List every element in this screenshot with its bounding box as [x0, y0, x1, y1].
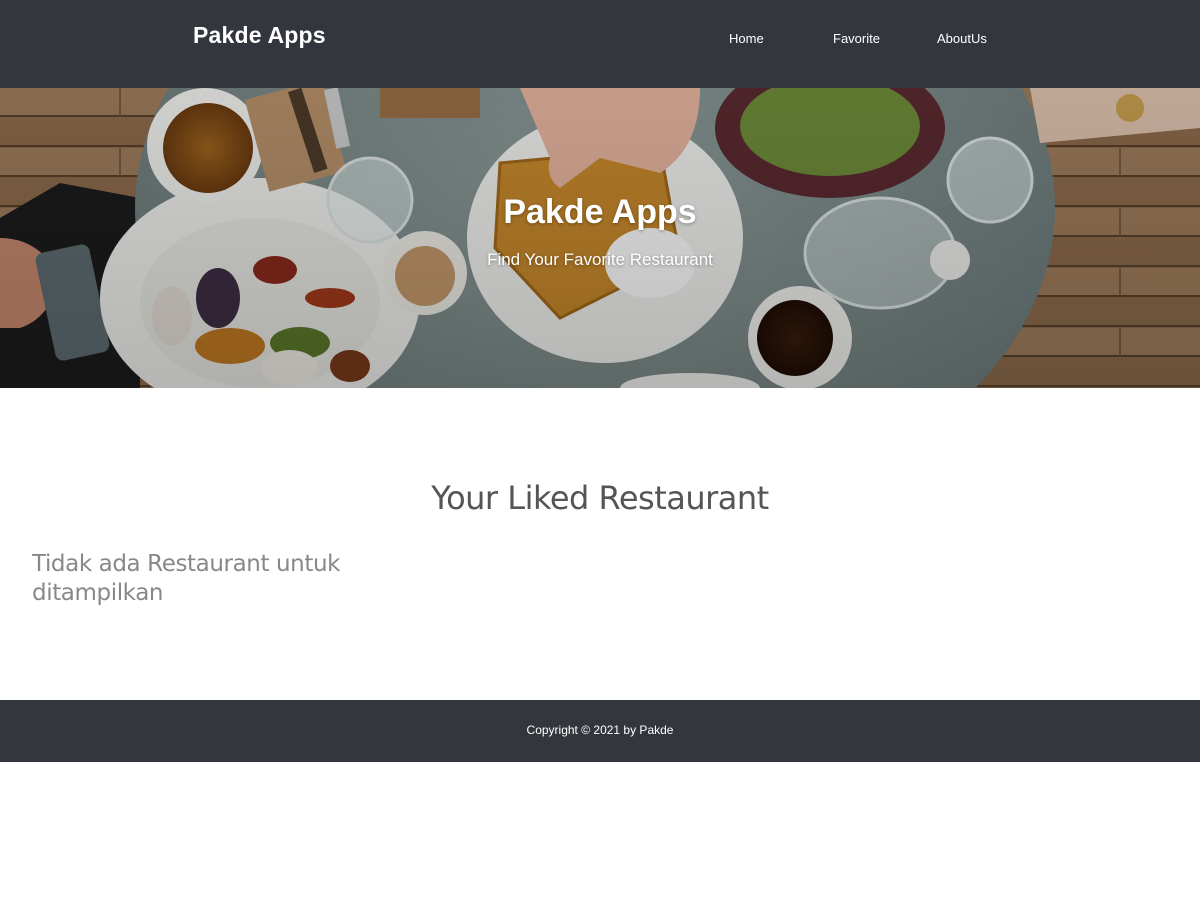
nav-favorite-link[interactable]: Favorite	[833, 31, 880, 46]
empty-state-message: Tidak ada Restaurant untuk ditampilkan	[32, 551, 341, 606]
main-nav: Home Favorite AboutUs	[0, 31, 1200, 51]
nav-aboutus-link[interactable]: AboutUs	[937, 31, 987, 46]
hero-tagline: Find Your Favorite Restaurant	[487, 250, 713, 269]
nav-home-link[interactable]: Home	[729, 31, 764, 46]
copyright-text: Copyright © 2021 by Pakde	[526, 723, 674, 737]
section-title: Your Liked Restaurant	[431, 479, 769, 517]
hero-image	[0, 88, 1200, 388]
app-header: Pakde Apps Home Favorite AboutUs	[0, 0, 1200, 88]
site-footer: Copyright © 2021 by Pakde	[0, 700, 1200, 762]
hero-banner: Pakde Apps Find Your Favorite Restaurant	[0, 88, 1200, 388]
hero-title: Pakde Apps	[503, 193, 697, 231]
